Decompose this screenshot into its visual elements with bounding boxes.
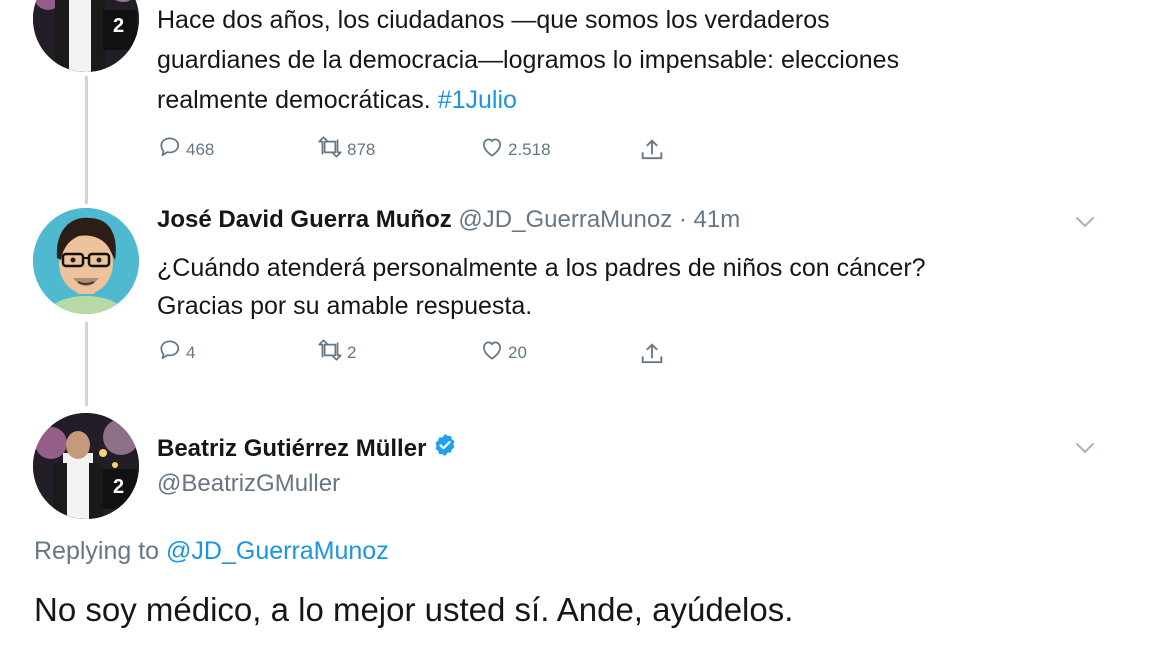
tweet3-display-name-row: Beatriz Gutiérrez Müller: [157, 432, 458, 465]
tweet2-text-line1: ¿Cuándo atenderá personalmente a los pad…: [157, 254, 926, 282]
replying-to-mention[interactable]: @JD_GuerraMunoz: [166, 537, 389, 565]
avatar-tweet1[interactable]: 2: [33, 0, 139, 72]
reply-button-tweet1[interactable]: 468: [157, 134, 214, 160]
retweet-button-tweet1[interactable]: 878: [316, 134, 375, 160]
reply-icon: [157, 134, 183, 160]
chevron-down-icon[interactable]: [1073, 212, 1097, 237]
avatar-badge-text: 2: [113, 476, 124, 498]
hashtag-link[interactable]: #1Julio: [438, 86, 517, 114]
like-count: 2.518: [508, 140, 551, 159]
tweet2-display-name[interactable]: José David Guerra Muñoz: [157, 206, 452, 233]
tweet1-text-line2: guardianes de la democracia—logramos lo …: [157, 46, 900, 74]
share-button-tweet2[interactable]: [638, 340, 666, 368]
share-button-tweet1[interactable]: [638, 136, 666, 164]
retweet-count: 878: [347, 140, 376, 159]
avatar-badge-text: 2: [113, 15, 124, 37]
tweet1-text-line3-prefix: realmente democráticas.: [157, 86, 438, 114]
reply-count: 4: [186, 343, 196, 362]
retweet-icon: [316, 134, 344, 160]
tweet3-text: No soy médico, a lo mejor usted sí. Ande…: [34, 591, 794, 628]
like-icon: [479, 134, 505, 160]
tweet1-text-line3: realmente democráticas. #1Julio: [157, 80, 517, 120]
share-icon: [638, 136, 666, 164]
retweet-button-tweet2[interactable]: 2: [316, 337, 356, 363]
reply-button-tweet2[interactable]: 4: [157, 337, 195, 363]
tweet1-text-line1: Hace dos años, los ciudadanos —que somos…: [157, 6, 830, 34]
tweet2-text-line2: Gracias por su amable respuesta.: [157, 292, 533, 320]
avatar-tweet2[interactable]: [33, 208, 139, 314]
verified-badge-icon: [432, 432, 458, 465]
replying-to: Replying to @JD_GuerraMunoz: [34, 537, 389, 566]
tweet2-handle-time[interactable]: @JD_GuerraMunoz · 41m: [458, 206, 740, 233]
like-button-tweet2[interactable]: 20: [479, 337, 527, 363]
replying-to-label: Replying to: [34, 537, 167, 565]
retweet-count: 2: [347, 343, 357, 362]
reply-icon: [157, 337, 183, 363]
share-icon: [638, 340, 666, 368]
like-button-tweet1[interactable]: 2.518: [479, 134, 551, 160]
chevron-down-icon[interactable]: [1073, 438, 1097, 463]
like-icon: [479, 337, 505, 363]
retweet-icon: [316, 337, 344, 363]
thread-line-top: [85, 76, 88, 204]
tweet3-display-name[interactable]: Beatriz Gutiérrez Müller: [157, 435, 426, 463]
like-count: 20: [508, 343, 527, 362]
avatar-tweet3[interactable]: 2: [33, 413, 139, 519]
reply-count: 468: [186, 140, 215, 159]
thread-line-middle: [85, 322, 88, 406]
tweet3-handle[interactable]: @BeatrizGMuller: [157, 470, 340, 498]
tweet2-header: José David Guerra Muñoz @JD_GuerraMunoz …: [157, 206, 740, 234]
